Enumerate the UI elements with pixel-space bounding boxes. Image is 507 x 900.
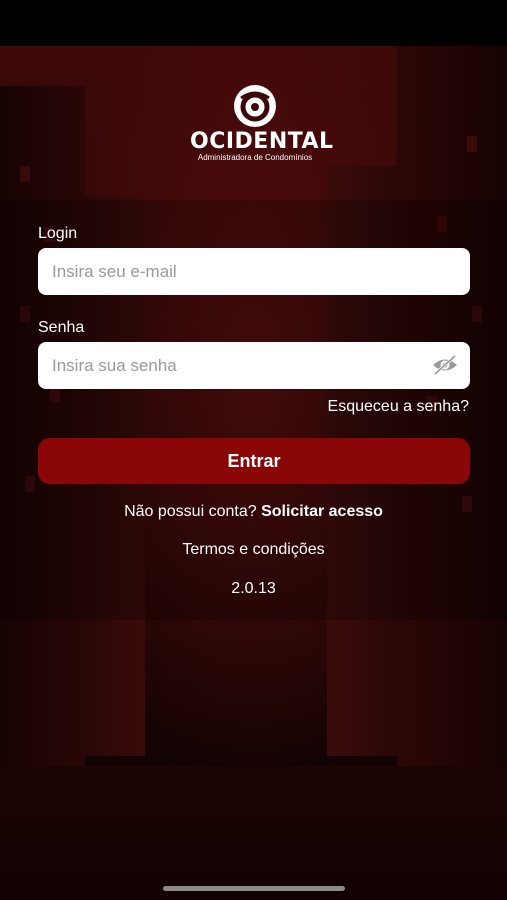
login-button[interactable]: Entrar xyxy=(38,438,470,484)
eye-off-icon[interactable] xyxy=(432,354,458,376)
email-input[interactable] xyxy=(50,260,458,283)
login-field[interactable] xyxy=(38,248,470,295)
login-label: Login xyxy=(38,225,78,242)
forgot-password-link[interactable]: Esqueceu a senha? xyxy=(328,398,469,416)
ocidental-logo-icon xyxy=(234,85,276,127)
home-indicator[interactable] xyxy=(163,886,345,891)
brand-logo: OCIDENTAL Administradora de Condomínios xyxy=(190,84,334,166)
password-label: Senha xyxy=(38,319,85,336)
password-field[interactable] xyxy=(38,342,470,389)
signup-prompt: Não possui conta? xyxy=(124,503,257,520)
login-screen: OCIDENTAL Administradora de Condomínios … xyxy=(0,0,507,900)
brand-tagline: Administradora de Condomínios xyxy=(197,153,313,162)
password-input[interactable] xyxy=(50,354,458,377)
app-version: 2.0.13 xyxy=(231,580,276,597)
signup-row: Não possui conta? Solicitar acesso xyxy=(0,503,507,521)
brand-name: OCIDENTAL xyxy=(190,129,334,154)
terms-link[interactable]: Termos e condições xyxy=(0,541,507,559)
request-access-link[interactable]: Solicitar acesso xyxy=(261,503,383,520)
